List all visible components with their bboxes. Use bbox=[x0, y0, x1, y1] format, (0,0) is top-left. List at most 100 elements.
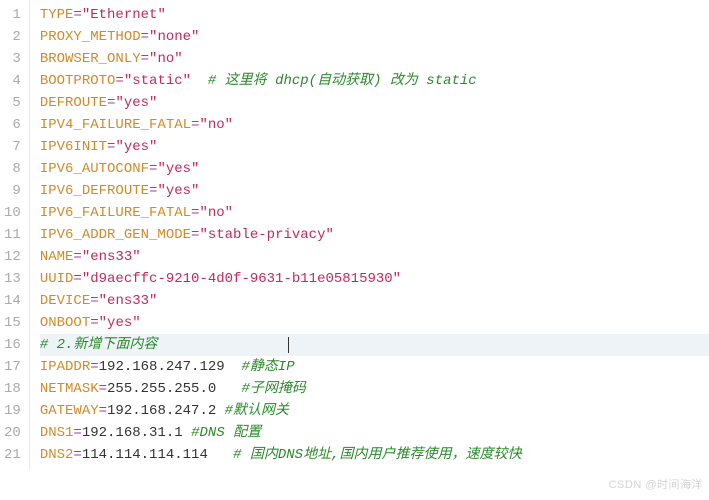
token-str: "stable-privacy" bbox=[199, 227, 333, 243]
token-cmt: # 这里将 dhcp(自动获取) 改为 static bbox=[208, 73, 477, 89]
code-line: TYPE="Ethernet" bbox=[40, 4, 709, 26]
token-kw: IPADDR bbox=[40, 359, 90, 375]
token-plain bbox=[191, 73, 208, 89]
line-number: 8 bbox=[4, 158, 21, 180]
token-kw: UUID bbox=[40, 271, 74, 287]
watermark: CSDN @时间海洋 bbox=[609, 474, 703, 496]
code-line: DNS1=192.168.31.1 #DNS 配置 bbox=[40, 422, 709, 444]
code-line: UUID="d9aecffc-9210-4d0f-9631-b11e058159… bbox=[40, 268, 709, 290]
token-num: 255.255.255.0 bbox=[107, 381, 216, 397]
token-str: "yes" bbox=[115, 139, 157, 155]
token-cmt: #静态IP bbox=[241, 359, 294, 375]
line-number: 20 bbox=[4, 422, 21, 444]
line-number: 4 bbox=[4, 70, 21, 92]
line-number: 1 bbox=[4, 4, 21, 26]
token-str: "yes" bbox=[99, 315, 141, 331]
token-kw: NAME bbox=[40, 249, 74, 265]
token-kw: DEVICE bbox=[40, 293, 90, 309]
token-kw: BROWSER_ONLY bbox=[40, 51, 141, 67]
code-line: IPV6_AUTOCONF="yes" bbox=[40, 158, 709, 180]
code-line: BOOTPROTO="static" # 这里将 dhcp(自动获取) 改为 s… bbox=[40, 70, 709, 92]
token-op: = bbox=[90, 293, 98, 309]
code-line: PROXY_METHOD="none" bbox=[40, 26, 709, 48]
token-str: "yes" bbox=[157, 183, 199, 199]
token-str: "yes" bbox=[157, 161, 199, 177]
token-kw: DNS2 bbox=[40, 447, 74, 463]
token-kw: TYPE bbox=[40, 7, 74, 23]
token-str: "Ethernet" bbox=[82, 7, 166, 23]
token-num: 192.168.31.1 bbox=[82, 425, 183, 441]
line-number: 11 bbox=[4, 224, 21, 246]
token-str: "no" bbox=[149, 51, 183, 67]
token-str: "ens33" bbox=[99, 293, 158, 309]
token-op: = bbox=[99, 403, 107, 419]
line-number: 13 bbox=[4, 268, 21, 290]
token-op: = bbox=[90, 359, 98, 375]
token-cmt: #DNS 配置 bbox=[191, 425, 261, 441]
line-number: 3 bbox=[4, 48, 21, 70]
line-number: 7 bbox=[4, 136, 21, 158]
code-line: DNS2=114.114.114.114 # 国内DNS地址,国内用户推荐使用，… bbox=[40, 444, 709, 466]
token-kw: IPV6INIT bbox=[40, 139, 107, 155]
line-number: 18 bbox=[4, 378, 21, 400]
token-str: "d9aecffc-9210-4d0f-9631-b11e05815930" bbox=[82, 271, 401, 287]
line-number: 16 bbox=[4, 334, 21, 356]
token-kw: PROXY_METHOD bbox=[40, 29, 141, 45]
code-line: ONBOOT="yes" bbox=[40, 312, 709, 334]
line-number: 12 bbox=[4, 246, 21, 268]
token-str: "yes" bbox=[115, 95, 157, 111]
token-kw: IPV6_ADDR_GEN_MODE bbox=[40, 227, 191, 243]
line-number: 10 bbox=[4, 202, 21, 224]
token-cmt: # 国内DNS地址,国内用户推荐使用，速度较快 bbox=[233, 447, 521, 463]
token-cmt: #默认网关 bbox=[225, 403, 289, 419]
token-num: 192.168.247.129 bbox=[99, 359, 225, 375]
token-str: "ens33" bbox=[82, 249, 141, 265]
token-cmt: # 2.新增下面内容 bbox=[40, 337, 158, 353]
token-op: = bbox=[73, 447, 81, 463]
line-number: 17 bbox=[4, 356, 21, 378]
token-plain bbox=[208, 447, 233, 463]
token-kw: IPV4_FAILURE_FATAL bbox=[40, 117, 191, 133]
token-op: = bbox=[90, 315, 98, 331]
token-plain bbox=[216, 381, 241, 397]
code-area: TYPE="Ethernet"PROXY_METHOD="none"BROWSE… bbox=[30, 0, 709, 470]
line-number: 2 bbox=[4, 26, 21, 48]
token-str: "no" bbox=[199, 205, 233, 221]
code-line: IPV6_ADDR_GEN_MODE="stable-privacy" bbox=[40, 224, 709, 246]
token-op: = bbox=[73, 271, 81, 287]
token-kw: IPV6_FAILURE_FATAL bbox=[40, 205, 191, 221]
line-number: 9 bbox=[4, 180, 21, 202]
token-plain bbox=[225, 359, 242, 375]
token-op: = bbox=[73, 7, 81, 23]
token-plain bbox=[216, 403, 224, 419]
token-kw: IPV6_DEFROUTE bbox=[40, 183, 149, 199]
token-op: = bbox=[115, 73, 123, 89]
token-kw: DNS1 bbox=[40, 425, 74, 441]
token-kw: IPV6_AUTOCONF bbox=[40, 161, 149, 177]
line-number: 6 bbox=[4, 114, 21, 136]
line-number-gutter: 123456789101112131415161718192021 bbox=[0, 0, 30, 470]
token-kw: NETMASK bbox=[40, 381, 99, 397]
token-op: = bbox=[141, 29, 149, 45]
token-kw: ONBOOT bbox=[40, 315, 90, 331]
code-line: IPV4_FAILURE_FATAL="no" bbox=[40, 114, 709, 136]
token-plain bbox=[183, 425, 191, 441]
token-cmt: #子网掩码 bbox=[241, 381, 305, 397]
code-line: IPADDR=192.168.247.129 #静态IP bbox=[40, 356, 709, 378]
token-op: = bbox=[141, 51, 149, 67]
code-line: BROWSER_ONLY="no" bbox=[40, 48, 709, 70]
token-str: "static" bbox=[124, 73, 191, 89]
token-str: "no" bbox=[199, 117, 233, 133]
code-line: DEFROUTE="yes" bbox=[40, 92, 709, 114]
token-kw: GATEWAY bbox=[40, 403, 99, 419]
token-num: 192.168.247.2 bbox=[107, 403, 216, 419]
code-line: IPV6_FAILURE_FATAL="no" bbox=[40, 202, 709, 224]
token-op: = bbox=[73, 249, 81, 265]
token-str: "none" bbox=[149, 29, 199, 45]
line-number: 5 bbox=[4, 92, 21, 114]
code-line: DEVICE="ens33" bbox=[40, 290, 709, 312]
token-op: = bbox=[99, 381, 107, 397]
code-line: IPV6_DEFROUTE="yes" bbox=[40, 180, 709, 202]
code-line: GATEWAY=192.168.247.2 #默认网关 bbox=[40, 400, 709, 422]
code-line: # 2.新增下面内容 bbox=[40, 334, 709, 356]
